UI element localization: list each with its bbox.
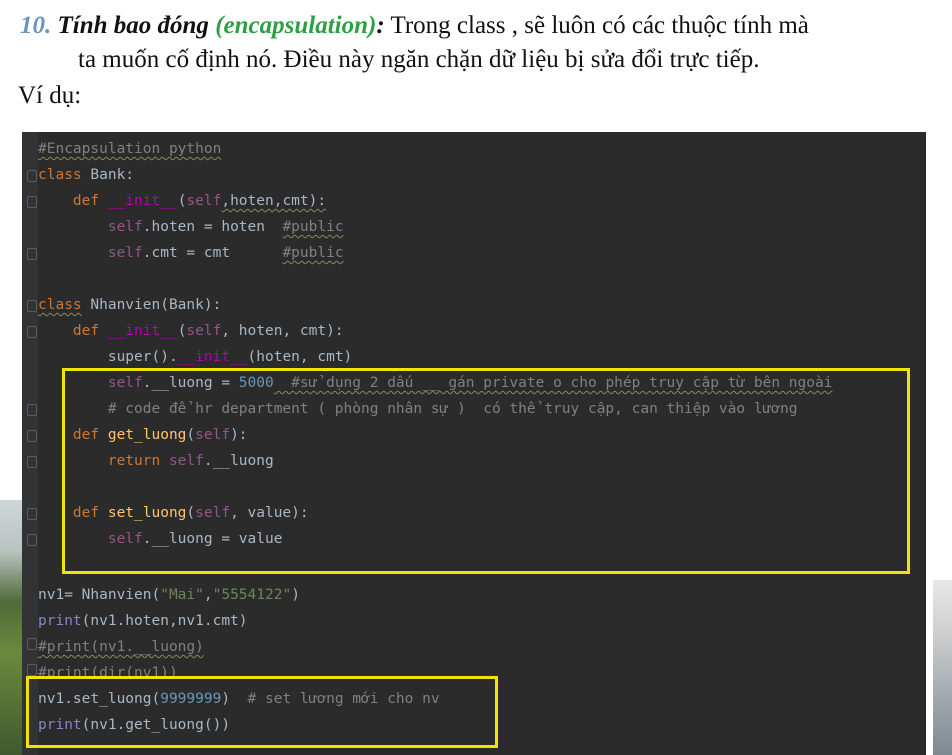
fold-icon[interactable] (27, 300, 37, 312)
code-comment: #public (282, 245, 344, 261)
code-line: self.hoten = hoten #public (38, 214, 344, 240)
code-function: __init__ (177, 349, 248, 365)
fold-icon[interactable] (27, 638, 37, 650)
fold-icon[interactable] (27, 508, 37, 520)
heading-term: Tính bao đóng (57, 12, 209, 39)
code-comment: #Encapsulation python (38, 141, 222, 157)
fold-icon[interactable] (27, 456, 37, 468)
code-builtin: print (38, 613, 82, 629)
code-line: class Nhanvien(Bank): (38, 292, 221, 318)
code-self: self (186, 323, 222, 339)
code-keyword: def (38, 323, 108, 339)
code-text: , (203, 587, 213, 603)
highlight-box-usage (26, 676, 498, 748)
code-line: print(nv1.hoten,nv1.cmt) (38, 608, 248, 634)
code-line: def __init__(self, hoten, cmt): (38, 318, 344, 344)
code-text: Bank: (81, 167, 135, 183)
code-text: Nhanvien(Bank): (81, 297, 222, 313)
code-self: self (186, 193, 222, 209)
code-function: __init__ (107, 323, 178, 339)
code-text: (hoten, cmt) (247, 349, 353, 365)
code-text: (nv1.hoten,nv1.cmt) (81, 613, 248, 629)
background-scenery-left (0, 500, 22, 755)
code-text: nv1= Nhanvien( (38, 587, 161, 603)
fold-icon[interactable] (27, 196, 37, 208)
code-string: "5554122" (212, 587, 292, 603)
heading-text-1: Trong class , sẽ luôn có các thuộc tính … (384, 12, 809, 39)
heading-colon: : (376, 12, 385, 39)
code-keyword: class (38, 297, 82, 313)
code-text: ) (291, 587, 300, 603)
code-self: self (38, 219, 143, 235)
code-editor: #Encapsulation python class Bank: def __… (22, 132, 926, 755)
highlight-box-class-methods (62, 368, 910, 574)
heading-number: 10. (20, 12, 52, 39)
code-line: #print(nv1.__luong) (38, 634, 204, 660)
heading-text-2: ta muốn cố định nó. Điều này ngăn chặn d… (78, 46, 760, 73)
fold-icon[interactable] (27, 534, 37, 546)
code-function: __init__ (107, 193, 178, 209)
section-heading: 10. Tính bao đóng (encapsulation): Trong… (20, 10, 809, 42)
code-text: .hoten = hoten (142, 219, 283, 235)
code-keyword: class (38, 167, 82, 183)
code-text: super(). (38, 349, 178, 365)
editor-gutter (22, 132, 38, 755)
code-line: nv1= Nhanvien("Mai","5554122") (38, 582, 300, 608)
code-text: .cmt = cmt (142, 245, 283, 261)
code-text: , hoten, cmt): (221, 323, 344, 339)
heading-english-term: (encapsulation) (215, 12, 377, 39)
code-comment: #print(nv1.__luong) (38, 639, 204, 655)
code-line: class Bank: (38, 162, 134, 188)
code-line: self.cmt = cmt #public (38, 240, 344, 266)
fold-icon[interactable] (27, 664, 37, 676)
fold-icon[interactable] (27, 170, 37, 182)
code-line: #print(dir(nv1)) (38, 660, 178, 676)
code-comment: #print(dir(nv1)) (38, 665, 178, 676)
fold-icon[interactable] (27, 430, 37, 442)
fold-icon[interactable] (27, 404, 37, 416)
code-keyword: def (38, 193, 108, 209)
code-text: ,hoten,cmt): (221, 193, 327, 209)
code-string: "Mai" (160, 587, 204, 603)
code-comment: #public (282, 219, 344, 235)
code-line: def __init__(self,hoten,cmt): (38, 188, 326, 214)
background-scenery-right (933, 580, 952, 755)
fold-icon[interactable] (27, 326, 37, 338)
code-self: self (38, 245, 143, 261)
code-line: super().__init__(hoten, cmt) (38, 344, 352, 370)
code-line: #Encapsulation python (38, 136, 221, 162)
example-label: Ví dụ: (18, 82, 82, 109)
fold-icon[interactable] (27, 248, 37, 260)
